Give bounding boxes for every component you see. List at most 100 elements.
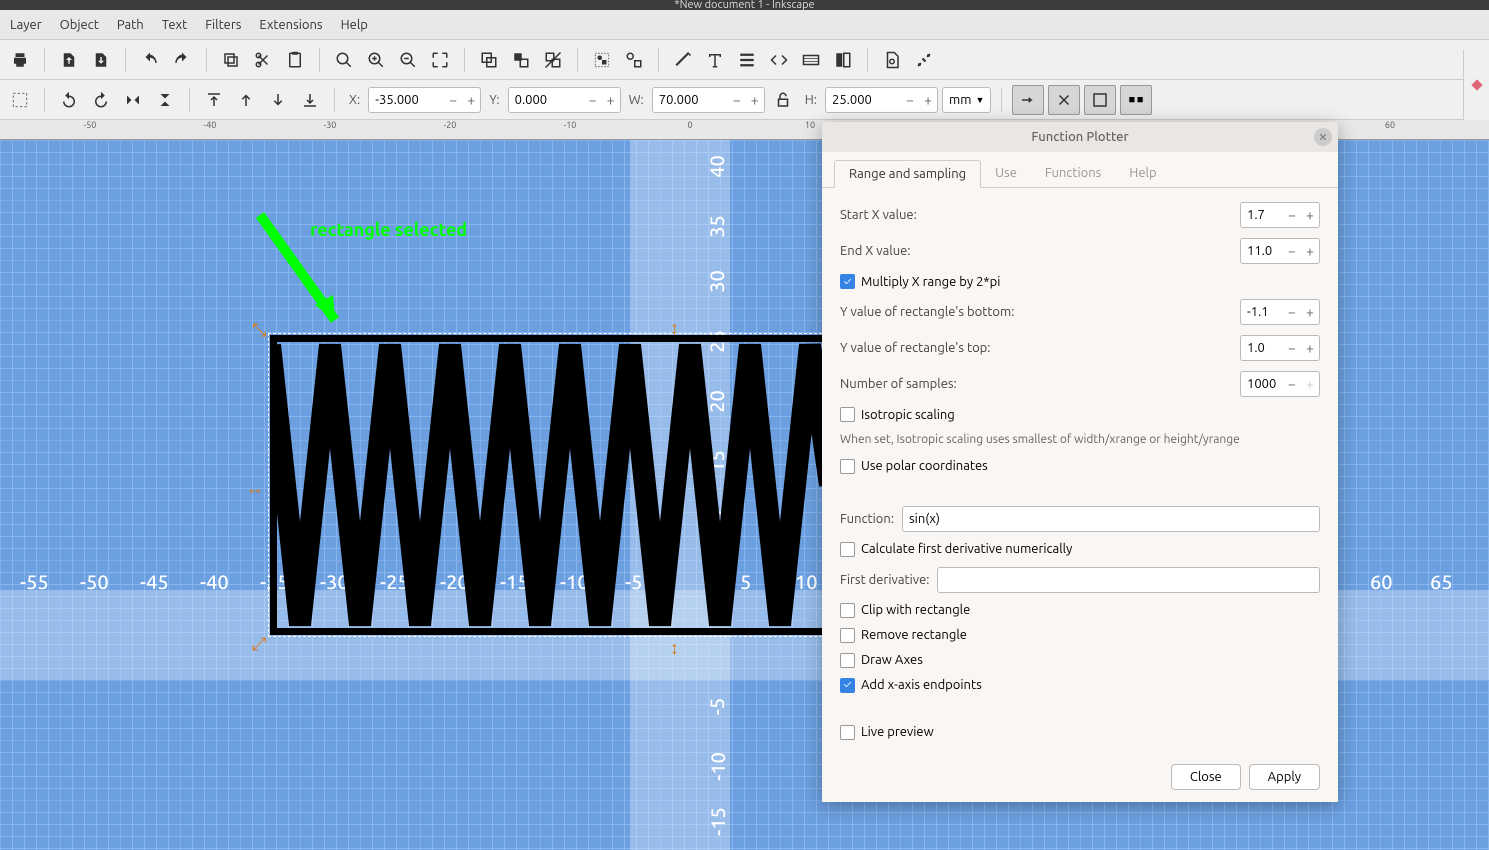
scale-handle-sw-icon[interactable]: ⤢ [252,634,266,655]
redo-icon[interactable] [168,46,196,74]
import-icon[interactable] [55,46,83,74]
flip-v-icon[interactable] [151,86,179,114]
rotate-ccw-icon[interactable] [55,86,83,114]
transform-mode-2-icon[interactable] [1048,85,1080,115]
raise-top-icon[interactable] [200,86,228,114]
print-icon[interactable] [6,46,34,74]
samples-input[interactable]: −+ [1240,371,1320,397]
tab-range-sampling[interactable]: Range and sampling [834,160,981,188]
w-input[interactable]: −+ [652,87,765,113]
calc-deriv-checkbox[interactable] [840,542,855,557]
x-input[interactable]: −+ [368,87,481,113]
y-input[interactable]: −+ [508,87,621,113]
layers-icon[interactable] [797,46,825,74]
snap-rail[interactable] [1463,50,1489,120]
clip-checkbox[interactable] [840,603,855,618]
multiply-2pi-checkbox[interactable] [840,274,855,289]
toolbar-main [0,40,1489,80]
calc-deriv-label: Calculate first derivative numerically [861,542,1072,556]
group-icon[interactable] [588,46,616,74]
transform-mode-4-icon[interactable] [1120,85,1152,115]
paste-icon[interactable] [281,46,309,74]
polar-checkbox[interactable] [840,459,855,474]
annotation-arrow-icon [245,205,355,335]
menu-path[interactable]: Path [117,18,144,32]
remove-rect-checkbox[interactable] [840,628,855,643]
y-top-input[interactable]: −+ [1240,335,1320,361]
menu-extensions[interactable]: Extensions [259,18,322,32]
unlink-clone-icon[interactable] [539,46,567,74]
first-deriv-input[interactable] [937,567,1320,593]
y-bottom-input[interactable]: −+ [1240,299,1320,325]
end-x-input[interactable]: −+ [1240,238,1320,264]
y-decrement[interactable]: − [584,88,602,112]
w-increment[interactable]: + [746,88,764,112]
copy-icon[interactable] [217,46,245,74]
polar-label: Use polar coordinates [861,459,988,473]
start-x-input[interactable]: −+ [1240,202,1320,228]
endpoints-checkbox[interactable] [840,678,855,693]
selectors-icon[interactable] [829,46,857,74]
axis-x-label: -45 [140,570,169,593]
close-button[interactable]: Close [1171,764,1241,790]
zoom-selection-icon[interactable] [330,46,358,74]
zoom-center-icon[interactable] [426,46,454,74]
zoom-drawing-icon[interactable] [362,46,390,74]
start-x-label: Start X value: [840,208,917,222]
tab-functions[interactable]: Functions [1031,160,1115,187]
export-icon[interactable] [87,46,115,74]
scale-handle-s-icon[interactable]: ↕ [670,638,679,659]
document-properties-icon[interactable] [878,46,906,74]
dialog-title: Function Plotter ✕ [822,122,1338,152]
h-input[interactable]: −+ [825,87,938,113]
transform-mode-1-icon[interactable] [1012,85,1044,115]
flip-h-icon[interactable] [119,86,147,114]
tab-help[interactable]: Help [1115,160,1170,187]
scale-handle-w-icon[interactable]: ↔ [246,478,264,499]
preferences-icon[interactable] [910,46,938,74]
fill-stroke-icon[interactable] [669,46,697,74]
menu-help[interactable]: Help [341,18,368,32]
menu-filters[interactable]: Filters [205,18,241,32]
y-increment[interactable]: + [602,88,620,112]
live-preview-checkbox[interactable] [840,725,855,740]
transform-mode-3-icon[interactable] [1084,85,1116,115]
clone-icon[interactable] [507,46,535,74]
xml-editor-icon[interactable] [765,46,793,74]
lower-bottom-icon[interactable] [296,86,324,114]
raise-icon[interactable] [232,86,260,114]
apply-button[interactable]: Apply [1249,764,1320,790]
function-input[interactable] [902,506,1320,532]
cut-icon[interactable] [249,46,277,74]
function-plotter-dialog: Function Plotter ✕ Range and sampling Us… [822,122,1338,802]
rotate-cw-icon[interactable] [87,86,115,114]
align-distribute-icon[interactable] [733,46,761,74]
undo-icon[interactable] [136,46,164,74]
isotropic-checkbox[interactable] [840,407,855,422]
lower-icon[interactable] [264,86,292,114]
text-tool-icon[interactable] [701,46,729,74]
h-decrement[interactable]: − [901,88,919,112]
select-all-icon[interactable] [6,86,34,114]
x-increment[interactable]: + [462,88,480,112]
function-label: Function: [840,512,894,526]
dialog-close-icon[interactable]: ✕ [1314,128,1332,146]
tab-use[interactable]: Use [981,160,1031,187]
menu-object[interactable]: Object [60,18,99,32]
lock-aspect-icon[interactable] [769,86,797,114]
draw-axes-checkbox[interactable] [840,653,855,668]
menu-text[interactable]: Text [162,18,187,32]
x-decrement[interactable]: − [444,88,462,112]
unit-select[interactable]: mm▼ [942,87,991,113]
ungroup-icon[interactable] [620,46,648,74]
w-decrement[interactable]: − [728,88,746,112]
selection-outline [268,333,832,637]
menu-layer[interactable]: Layer [10,18,42,32]
duplicate-icon[interactable] [475,46,503,74]
live-preview-label: Live preview [861,725,934,739]
scale-handle-n-icon[interactable]: ↕ [670,318,679,339]
zoom-page-icon[interactable] [394,46,422,74]
y-top-label: Y value of rectangle's top: [840,341,991,355]
h-increment[interactable]: + [919,88,937,112]
axis-x-label: -55 [20,570,49,593]
